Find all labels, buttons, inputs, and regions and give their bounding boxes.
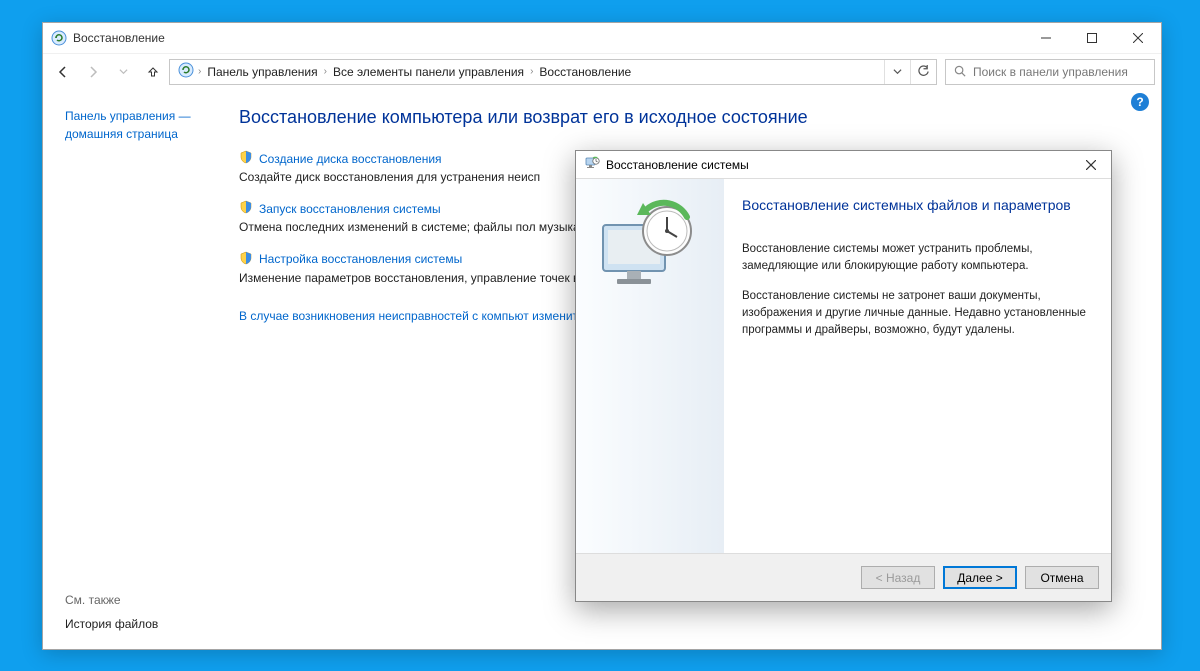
search-input[interactable]: Поиск в панели управления [945, 59, 1155, 85]
see-also-label: См. также [65, 593, 121, 607]
shield-icon [239, 150, 253, 167]
dialog-titlebar[interactable]: Восстановление системы [576, 151, 1111, 179]
page-heading: Восстановление компьютера или возврат ег… [239, 107, 1133, 128]
control-panel-home-link[interactable]: Панель управления — домашняя страница [65, 107, 227, 143]
titlebar[interactable]: Восстановление [43, 23, 1161, 53]
breadcrumb-control-panel[interactable]: Панель управления [201, 65, 323, 79]
create-recovery-drive-link[interactable]: Создание диска восстановления [259, 152, 442, 166]
window-title: Восстановление [73, 31, 165, 45]
cancel-button[interactable]: Отмена [1025, 566, 1099, 589]
dialog-content: Восстановление системных файлов и параме… [724, 179, 1111, 553]
help-icon[interactable]: ? [1131, 93, 1149, 111]
back-button: < Назад [861, 566, 935, 589]
up-button[interactable] [139, 58, 167, 86]
next-button[interactable]: Далее > [943, 566, 1017, 589]
breadcrumb-box[interactable]: › Панель управления › Все элементы панел… [169, 59, 937, 85]
recent-dropdown[interactable] [109, 58, 137, 86]
close-button[interactable] [1115, 23, 1161, 53]
search-placeholder: Поиск в панели управления [973, 65, 1128, 79]
dialog-footer: < Назад Далее > Отмена [576, 553, 1111, 601]
dialog-paragraph-1: Восстановление системы может устранить п… [742, 241, 1093, 274]
address-bar: › Панель управления › Все элементы панел… [43, 53, 1161, 89]
recovery-icon [51, 30, 67, 46]
system-restore-dialog: Восстановление системы [575, 150, 1112, 602]
dialog-close-button[interactable] [1079, 155, 1103, 175]
dialog-heading: Восстановление системных файлов и параме… [742, 197, 1093, 213]
back-button[interactable] [49, 58, 77, 86]
dialog-paragraph-2: Восстановление системы не затронет ваши … [742, 288, 1093, 338]
breadcrumb-all-items[interactable]: Все элементы панели управления [327, 65, 530, 79]
sidebar: Панель управления — домашняя страница См… [43, 89, 239, 649]
dialog-body: Восстановление системных файлов и параме… [576, 179, 1111, 553]
forward-button[interactable] [79, 58, 107, 86]
monitor-clock-icon [595, 197, 705, 297]
restore-icon [584, 155, 600, 174]
troubleshoot-link[interactable]: В случае возникновения неисправностей с … [239, 307, 604, 325]
refresh-button[interactable] [910, 60, 936, 84]
open-system-restore-link[interactable]: Запуск восстановления системы [259, 202, 441, 216]
shield-icon [239, 200, 253, 217]
dialog-illustration-panel [576, 179, 724, 553]
configure-system-restore-link[interactable]: Настройка восстановления системы [259, 252, 462, 266]
minimize-button[interactable] [1023, 23, 1069, 53]
breadcrumb-recovery[interactable]: Восстановление [533, 65, 637, 79]
recovery-icon [178, 62, 194, 81]
address-dropdown[interactable] [884, 60, 910, 84]
maximize-button[interactable] [1069, 23, 1115, 53]
file-history-link[interactable]: История файлов [65, 617, 158, 631]
search-icon [954, 65, 967, 78]
dialog-title: Восстановление системы [606, 158, 749, 172]
shield-icon [239, 251, 253, 268]
